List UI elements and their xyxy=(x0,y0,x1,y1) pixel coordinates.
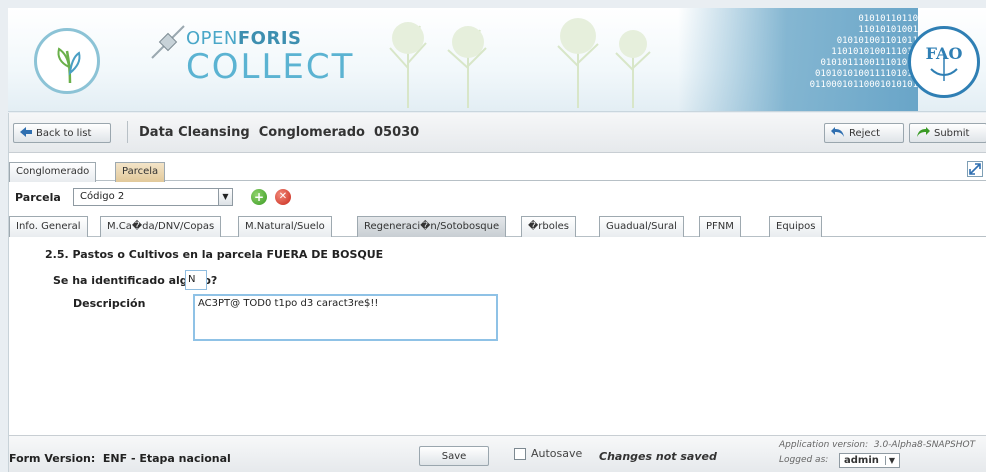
openforis-logo xyxy=(34,28,100,94)
form-section-tabs: Info. General M.Ca�da/DNV/Copas M.Natura… xyxy=(9,214,986,237)
reject-button[interactable]: Reject xyxy=(824,123,904,143)
app-version: Application version: 3.0-Alpha8-SNAPSHOT xyxy=(779,440,976,450)
autosave-label: Autosave xyxy=(531,447,583,460)
main-panel: Back to list Data Cleansing Conglomerado… xyxy=(8,113,986,472)
section-title: 2.5. Pastos o Cultivos en la parcela FUE… xyxy=(45,248,384,261)
trees-decoration xyxy=(389,18,651,108)
parcela-selector-row: Parcela Código 2 ▼ + ✕ xyxy=(9,183,986,213)
brand-title: OPENFORIS COLLECT xyxy=(186,28,355,87)
tab-mcaida[interactable]: M.Ca�da/DNV/Copas xyxy=(100,216,222,237)
tab-arboles[interactable]: �rboles xyxy=(521,216,576,237)
satellite-icon xyxy=(151,25,185,59)
tab-pfnm[interactable]: PFNM xyxy=(699,216,741,237)
footer-bar: Form Version: ENF - Etapa nacional Save … xyxy=(9,435,986,472)
form-version: Form Version: ENF - Etapa nacional xyxy=(9,452,231,465)
add-icon[interactable]: + xyxy=(251,189,267,205)
fao-logo: FAO xyxy=(908,26,980,98)
chevron-down-icon: ▼ xyxy=(884,456,895,465)
header-banner: OPENFORIS COLLECT 01010110110 1101010100… xyxy=(8,8,986,112)
tab-info-general[interactable]: Info. General xyxy=(9,216,88,237)
tab-parcela[interactable]: Parcela xyxy=(115,162,166,182)
toolbar-divider xyxy=(127,121,128,143)
toolbar: Back to list Data Cleansing Conglomerado… xyxy=(9,113,986,153)
expand-icon[interactable] xyxy=(967,161,983,177)
tab-conglomerado[interactable]: Conglomerado xyxy=(9,162,97,182)
user-select[interactable]: admin ▼ xyxy=(839,453,901,468)
tab-regeneracion[interactable]: Regeneraci�n/Sotobosque xyxy=(357,216,507,237)
autosave-checkbox[interactable] xyxy=(514,448,526,460)
logged-as-label: Logged as: xyxy=(779,455,829,465)
parcela-select[interactable]: Código 2 ▼ xyxy=(73,188,233,206)
tab-equipos[interactable]: Equipos xyxy=(769,216,823,237)
form-content: 2.5. Pastos o Cultivos en la parcela FUE… xyxy=(9,238,986,438)
submit-button[interactable]: Submit xyxy=(909,123,986,143)
back-to-list-button[interactable]: Back to list xyxy=(13,123,111,143)
identified-input[interactable]: N xyxy=(185,270,207,290)
forward-arrow-icon xyxy=(916,126,930,141)
description-label: Descripción xyxy=(73,297,146,310)
tab-mnatural[interactable]: M.Natural/Suelo xyxy=(238,216,332,237)
leaf-icon xyxy=(57,47,81,84)
undo-arrow-icon xyxy=(831,126,845,141)
parcela-label: Parcela xyxy=(15,191,61,204)
delete-icon[interactable]: ✕ xyxy=(275,189,291,205)
description-textarea[interactable]: AC3PT@ TOD0 t1po d3 caract3re$!! xyxy=(193,294,498,341)
chevron-down-icon: ▼ xyxy=(218,189,232,205)
save-button[interactable]: Save xyxy=(419,446,489,466)
back-arrow-icon xyxy=(20,126,32,140)
page-title: Data Cleansing Conglomerado 05030 xyxy=(139,125,420,140)
binary-decoration: 01010110110 11010101001 010101001101011 … xyxy=(809,14,918,90)
save-status: Changes not saved xyxy=(599,450,717,463)
entity-tabs: Conglomerado Parcela xyxy=(9,159,986,182)
tab-guadual[interactable]: Guadual/Sural xyxy=(599,216,684,237)
